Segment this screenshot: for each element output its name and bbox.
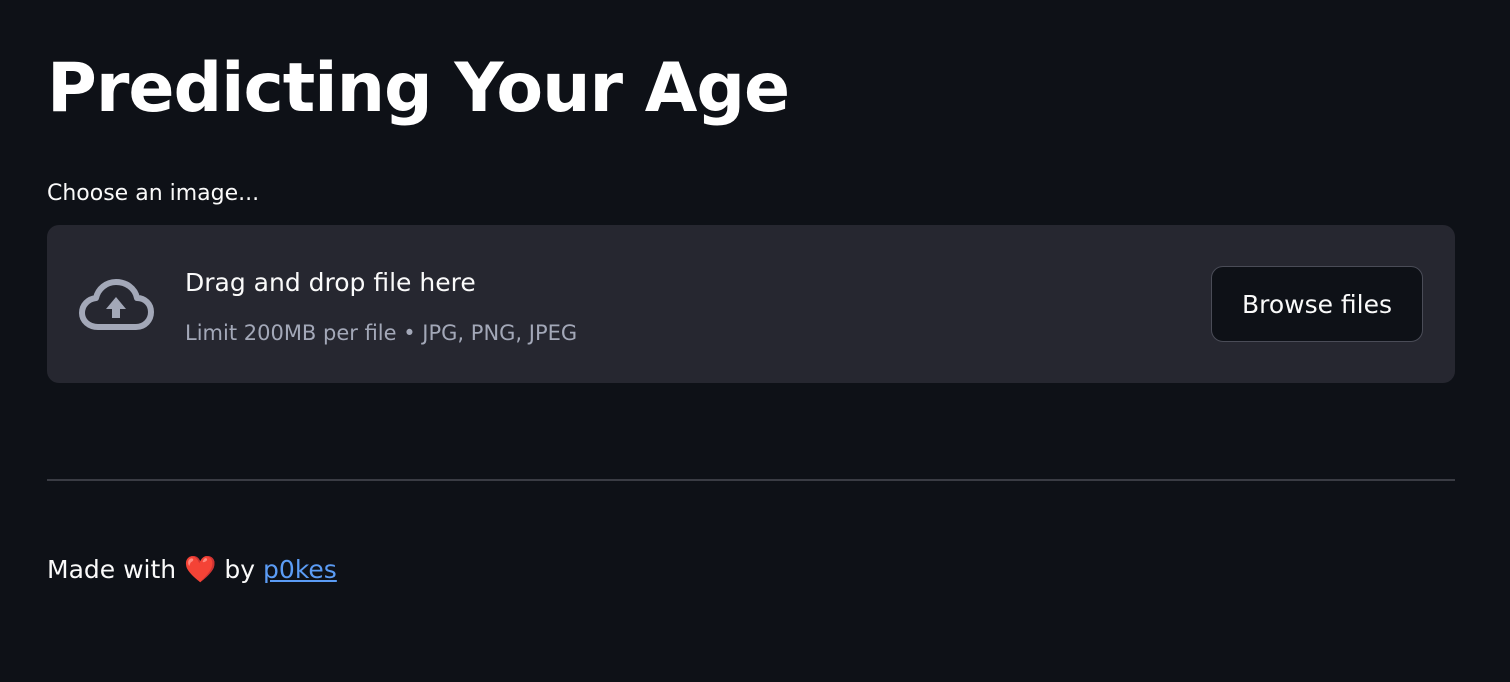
app-page: Predicting Your Age Choose an image... D…: [0, 0, 1510, 682]
dropzone-title: Drag and drop file here: [185, 268, 476, 297]
browse-files-button[interactable]: Browse files: [1211, 266, 1423, 342]
cloud-upload-icon: [79, 279, 154, 330]
file-dropzone[interactable]: Drag and drop file here Limit 200MB per …: [47, 225, 1455, 383]
dropzone-limits: Limit 200MB per file • JPG, PNG, JPEG: [185, 321, 578, 345]
heart-icon: ❤️: [184, 555, 217, 585]
divider: [47, 479, 1455, 481]
footer-prefix: Made with: [47, 555, 177, 584]
page-title: Predicting Your Age: [47, 49, 790, 128]
footer-by: by: [224, 555, 256, 584]
uploader-label: Choose an image...: [47, 181, 260, 206]
footer-credit: Made with ❤️ by p0kes: [47, 552, 337, 588]
author-link[interactable]: p0kes: [263, 555, 337, 584]
